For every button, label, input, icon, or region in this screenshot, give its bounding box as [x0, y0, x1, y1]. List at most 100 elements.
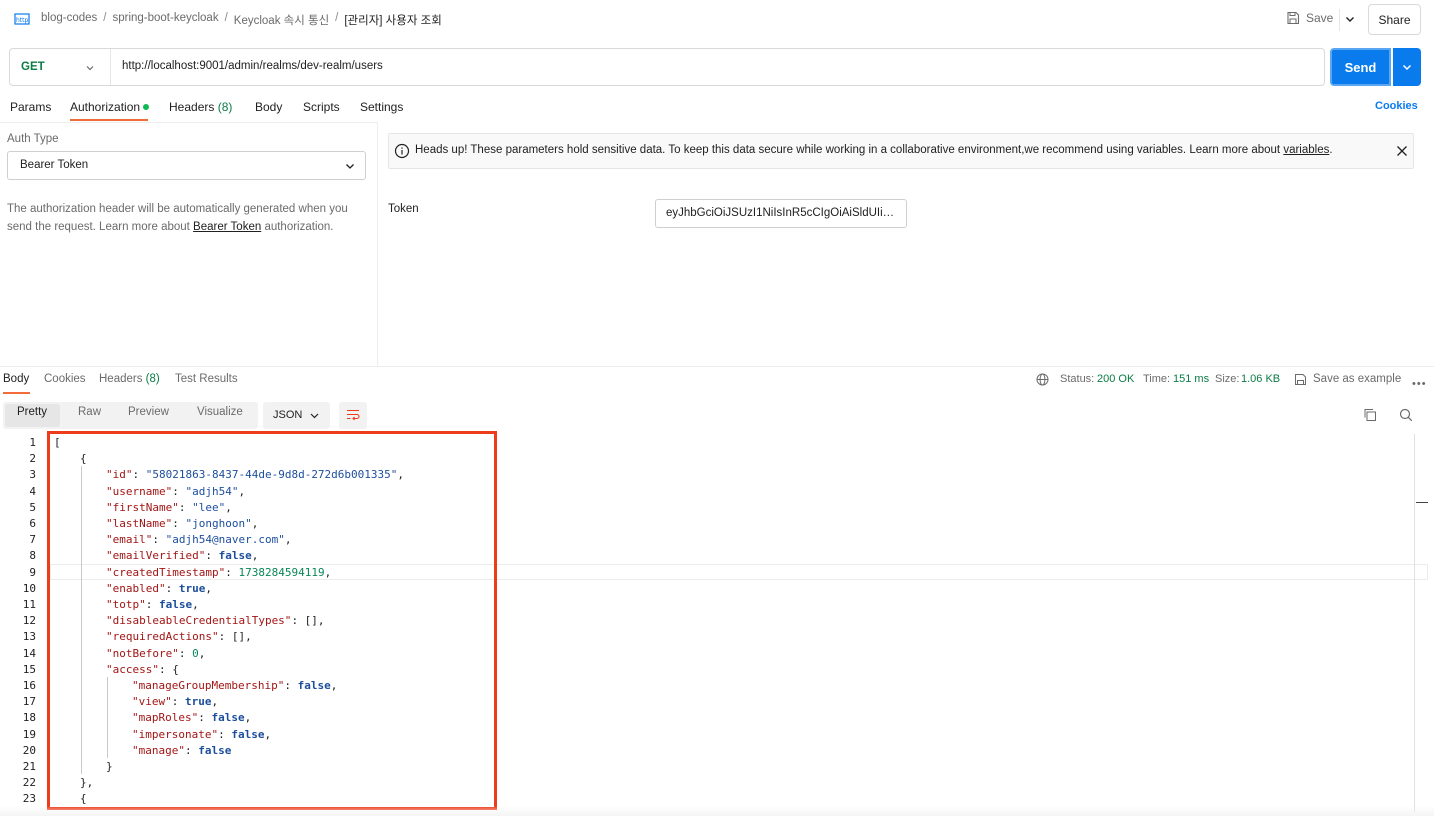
svg-text:http: http — [16, 17, 29, 24]
indent-guide — [81, 466, 82, 774]
method-select[interactable]: GET — [21, 61, 45, 73]
top-bar: http blog-codes / spring-boot-keycloak /… — [0, 0, 1434, 40]
code-line: 18 "mapRoles": false, — [0, 711, 1428, 727]
tab-settings[interactable]: Settings — [360, 100, 403, 114]
send-button[interactable]: Send — [1330, 48, 1391, 86]
line-content: "lastName": "jonghoon", — [106, 517, 259, 530]
headers-count: (8) — [145, 373, 160, 385]
save-button[interactable]: Save — [1286, 11, 1333, 25]
line-number: 6 — [29, 517, 36, 530]
url-input[interactable]: http://localhost:9001/admin/realms/dev-r… — [122, 60, 383, 72]
globe-icon[interactable] — [1036, 373, 1049, 386]
wrap-lines-button[interactable] — [339, 402, 367, 429]
breadcrumb: blog-codes / spring-boot-keycloak / Keyc… — [41, 12, 442, 28]
response-tab-body[interactable]: Body — [3, 373, 29, 385]
line-number: 16 — [22, 679, 36, 692]
line-content: "manage": false — [132, 743, 232, 757]
line-content: "view": true, — [132, 695, 219, 709]
time-value[interactable]: 151 ms — [1173, 373, 1209, 385]
bearer-token-link[interactable]: Bearer Token — [193, 221, 261, 233]
breadcrumb-item-collection[interactable]: spring-boot-keycloak — [112, 12, 218, 28]
breadcrumb-separator: / — [103, 12, 107, 24]
token-input[interactable]: eyJhbGciOiJSUzI1NiIsInR5cCIgOiAiSldUIiwi… — [655, 199, 907, 228]
chevron-down-icon — [1402, 64, 1412, 71]
line-number: 1 — [29, 436, 36, 449]
size-value[interactable]: 1.06 KB — [1241, 373, 1280, 385]
breadcrumb-separator: / — [335, 12, 339, 24]
breadcrumb-item-folder[interactable]: Keycloak 속시 통신 — [234, 12, 329, 28]
code-line: 7 "email": "adjh54@naver.com", — [0, 533, 1428, 549]
line-number: 5 — [29, 500, 36, 514]
line-content: "manageGroupMembership": false, — [132, 679, 338, 692]
send-options-button[interactable] — [1393, 48, 1421, 86]
code-line: 10 "enabled": true, — [0, 582, 1428, 598]
auth-type-label: Auth Type — [7, 133, 59, 145]
code-line: 1[ — [0, 436, 1428, 452]
save-icon[interactable] — [1294, 373, 1307, 386]
line-number: 20 — [22, 743, 36, 757]
line-content: "totp": false, — [106, 598, 199, 611]
variables-link[interactable]: variables — [1283, 144, 1329, 156]
chevron-down-icon — [310, 413, 319, 419]
chevron-down-icon[interactable] — [84, 62, 96, 74]
format-select[interactable]: JSON — [263, 402, 330, 429]
line-content: { — [80, 792, 87, 806]
status-label: Status: — [1060, 373, 1095, 385]
line-content: "requiredActions": [], — [106, 630, 252, 644]
status-value[interactable]: 200 OK — [1097, 373, 1134, 385]
code-line: 8 "emailVerified": false, — [0, 549, 1428, 565]
tab-params[interactable]: Params — [10, 100, 51, 114]
info-icon — [394, 143, 410, 159]
tab-scripts[interactable]: Scripts — [303, 100, 340, 114]
auth-desc-suffix: authorization. — [261, 221, 334, 233]
chevron-down-icon[interactable] — [1344, 13, 1356, 25]
notice-text: Heads up! These parameters hold sensitiv… — [415, 144, 1333, 156]
line-content: "email": "adjh54@naver.com", — [106, 533, 292, 547]
auth-description: The authorization header will be automat… — [7, 200, 367, 236]
view-pretty[interactable]: Pretty — [17, 406, 47, 418]
close-icon[interactable] — [1396, 145, 1408, 157]
view-raw[interactable]: Raw — [78, 406, 101, 418]
code-line: 14 "notBefore": 0, — [0, 647, 1428, 663]
auth-type-select[interactable]: Bearer Token — [7, 151, 366, 180]
line-number: 17 — [22, 695, 36, 709]
breadcrumb-item-request[interactable]: [관리자] 사용자 조회 — [344, 12, 441, 28]
line-number: 2 — [29, 452, 36, 466]
more-options-icon[interactable]: ••• — [1412, 378, 1427, 390]
tab-headers[interactable]: Headers (8) — [169, 100, 232, 114]
response-tab-headers[interactable]: Headers (8) — [99, 373, 160, 385]
token-label: Token — [388, 203, 419, 215]
copy-icon[interactable] — [1363, 408, 1377, 422]
code-line: 21} — [0, 760, 1428, 776]
line-number: 21 — [22, 760, 36, 773]
share-button[interactable]: Share — [1368, 4, 1421, 35]
active-dot-icon — [143, 104, 150, 110]
cookies-link[interactable]: Cookies — [1375, 100, 1418, 112]
search-icon[interactable] — [1399, 408, 1413, 422]
code-line: 6 "lastName": "jonghoon", — [0, 517, 1428, 533]
breadcrumb-item-workspace[interactable]: blog-codes — [41, 12, 97, 28]
code-line: 3 "id": "58021863-8437-44de-9d8d-272d6b00… — [0, 468, 1428, 484]
line-content: "emailVerified": false, — [106, 549, 259, 563]
tab-label: Headers — [99, 373, 143, 385]
chevron-down-icon — [346, 164, 354, 169]
time-label: Time: — [1143, 373, 1171, 385]
line-content: "impersonate": false, — [132, 727, 272, 741]
auth-type-value: Bearer Token — [20, 159, 89, 171]
tab-body[interactable]: Body — [255, 100, 282, 114]
line-content: "username": "adjh54", — [106, 484, 246, 498]
save-as-example-button[interactable]: Save as example — [1313, 373, 1401, 385]
line-number: 3 — [29, 468, 36, 482]
bottom-edge — [0, 806, 1434, 816]
vertical-scrollbar[interactable] — [1414, 434, 1415, 812]
line-content: "access": { — [106, 662, 179, 676]
line-number: 9 — [29, 565, 36, 579]
code-line: 17 "view": true, — [0, 695, 1428, 711]
active-tab-indicator — [3, 392, 30, 394]
tab-authorization[interactable]: Authorization — [70, 100, 150, 114]
response-tab-test-results[interactable]: Test Results — [175, 373, 238, 385]
response-tab-cookies[interactable]: Cookies — [44, 373, 86, 385]
response-body-editor[interactable]: 1 [2 {3 "id": "58021863-8437-44de-9d8d-272d… — [0, 434, 1414, 816]
view-preview[interactable]: Preview — [128, 406, 169, 418]
view-visualize[interactable]: Visualize — [197, 406, 243, 418]
